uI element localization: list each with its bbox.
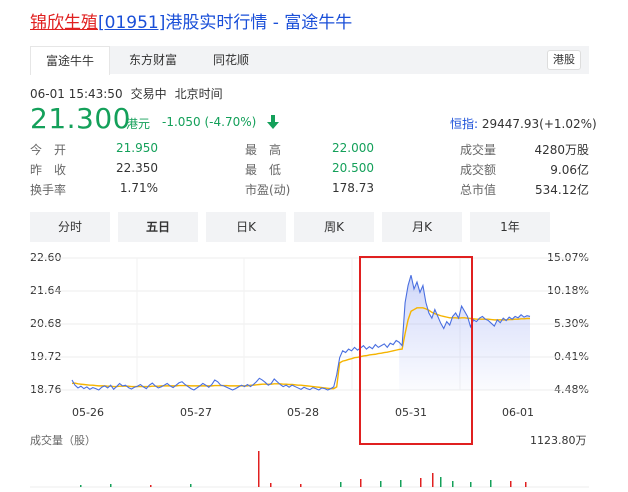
volume-bar	[432, 473, 434, 487]
volume-bar	[510, 481, 512, 487]
five-day-chart[interactable]	[0, 0, 628, 492]
volume-bar	[110, 484, 112, 487]
volume-bar	[490, 480, 492, 487]
volume-bar	[380, 481, 382, 487]
volume-bar	[270, 483, 272, 487]
volume-bar	[470, 482, 472, 487]
volume-bar	[190, 484, 192, 487]
volume-bar	[300, 484, 302, 487]
volume-bar	[400, 480, 402, 487]
volume-bar	[80, 485, 82, 487]
volume-bar	[452, 481, 454, 487]
volume-bar	[440, 477, 442, 487]
volume-bar	[420, 478, 422, 487]
volume-bar	[340, 482, 342, 487]
volume-bar	[258, 451, 260, 487]
volume-bar	[150, 485, 152, 487]
highlight-box	[359, 256, 473, 445]
volume-bar	[360, 479, 362, 487]
volume-bar	[525, 482, 527, 487]
